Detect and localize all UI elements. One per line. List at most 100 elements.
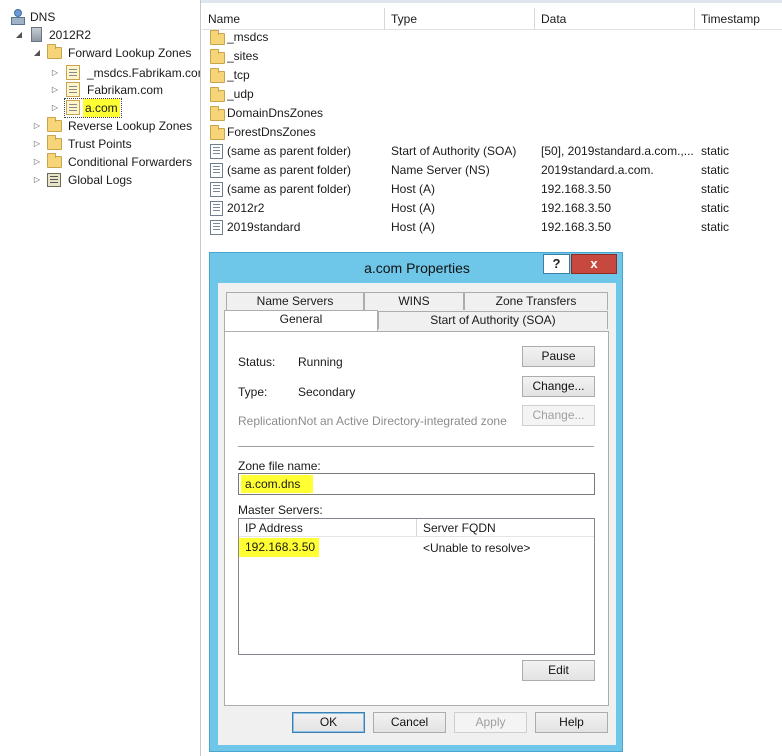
tree-item-fabrikam[interactable]: ▷ Fabrikam.com — [50, 81, 200, 99]
change-type-button[interactable]: Change... — [522, 376, 595, 397]
apply-button: Apply — [454, 712, 527, 733]
record-icon — [210, 220, 223, 235]
folder-icon — [210, 68, 225, 83]
tree-item-trust-points[interactable]: ▷ Trust Points — [32, 135, 200, 153]
expanded-arrow-icon[interactable]: ◢ — [32, 44, 42, 62]
record-name-cell: _sites — [227, 49, 259, 63]
record-data-cell: [50], 2019standard.a.com.,... — [541, 144, 694, 158]
record-data-cell: 192.168.3.50 — [541, 220, 612, 234]
collapsed-arrow-icon[interactable]: ▷ — [50, 99, 60, 117]
record-row[interactable]: _udp — [202, 85, 782, 104]
folder-icon — [47, 153, 62, 168]
tree-item-label: Trust Points — [68, 137, 132, 151]
record-timestamp-cell: static — [701, 182, 730, 196]
record-type-cell: Host (A) — [391, 182, 436, 196]
record-row[interactable]: _sites — [202, 47, 782, 66]
record-type-cell: Host (A) — [391, 201, 436, 215]
record-row[interactable]: _tcp — [202, 66, 782, 85]
column-header-timestamp[interactable]: Timestamp — [695, 8, 782, 30]
tree-item-label: Global Logs — [68, 173, 133, 187]
folder-icon — [210, 49, 225, 64]
tab-name-servers[interactable]: Name Servers — [226, 292, 364, 310]
replication-value: Not an Active Directory-integrated zone — [298, 414, 507, 428]
record-type-cell: Host (A) — [391, 220, 436, 234]
record-name-cell: _udp — [227, 87, 254, 101]
properties-dialog: a.com Properties ? x Name Servers WINS Z… — [209, 252, 623, 752]
record-row[interactable]: 2019standard Host (A) 192.168.3.50 static — [202, 218, 782, 237]
collapsed-arrow-icon[interactable]: ▷ — [32, 135, 42, 153]
ok-button[interactable]: OK — [292, 712, 365, 733]
record-timestamp-cell: static — [701, 163, 730, 177]
pause-button[interactable]: Pause — [522, 346, 595, 367]
tree-item-server[interactable]: ◢ 2012R2 — [14, 26, 194, 44]
record-row[interactable]: DomainDnsZones — [202, 104, 782, 123]
edit-button[interactable]: Edit — [522, 660, 595, 681]
record-name-cell: (same as parent folder) — [227, 144, 352, 158]
folder-icon — [47, 135, 62, 150]
expanded-arrow-icon[interactable]: ◢ — [14, 26, 24, 44]
record-row[interactable]: ForestDnsZones — [202, 123, 782, 142]
collapsed-arrow-icon[interactable]: ▷ — [32, 153, 42, 171]
dns-manager-window: DNS ◢ 2012R2 ◢ Forward Lookup Zones ▷ _m… — [0, 0, 782, 756]
collapsed-arrow-icon[interactable]: ▷ — [32, 171, 42, 189]
zone-icon — [66, 65, 80, 80]
zone-icon — [66, 82, 80, 97]
master-servers-list[interactable]: IP Address Server FQDN 192.168.3.50 <Una… — [238, 518, 595, 655]
help-button[interactable]: Help — [535, 712, 608, 733]
folder-icon — [210, 106, 225, 121]
tree-item-global-logs[interactable]: ▷ Global Logs — [32, 171, 200, 189]
zone-file-label: Zone file name: — [238, 459, 321, 473]
ip-address-cell: 192.168.3.50 — [239, 538, 319, 557]
cancel-button[interactable]: Cancel — [373, 712, 446, 733]
close-button[interactable]: x — [571, 254, 617, 274]
help-title-button[interactable]: ? — [543, 254, 570, 274]
column-header-ip-address[interactable]: IP Address — [239, 519, 417, 537]
record-name-cell: _tcp — [227, 68, 250, 82]
zone-icon — [66, 100, 80, 115]
dialog-body: Name Servers WINS Zone Transfers Start o… — [218, 283, 616, 745]
log-icon — [47, 173, 61, 187]
column-header-data[interactable]: Data — [535, 8, 695, 30]
tree-item-label: a.com — [83, 99, 120, 117]
tab-general[interactable]: General — [224, 310, 378, 331]
column-header-type[interactable]: Type — [385, 8, 535, 30]
master-server-row[interactable]: 192.168.3.50 <Unable to resolve> — [239, 538, 594, 557]
record-name-cell: 2019standard — [227, 220, 301, 234]
tab-wins[interactable]: WINS — [364, 292, 464, 310]
record-icon — [210, 163, 223, 178]
record-type-cell: Start of Authority (SOA) — [391, 144, 517, 158]
record-row[interactable]: _msdcs — [202, 28, 782, 47]
tree-item-a-com[interactable]: ▷ a.com — [50, 99, 200, 117]
folder-icon — [210, 30, 225, 45]
record-icon — [210, 201, 223, 216]
zone-file-value: a.com.dns — [241, 475, 313, 493]
column-header-server-fqdn[interactable]: Server FQDN — [417, 519, 594, 537]
collapsed-arrow-icon[interactable]: ▷ — [32, 117, 42, 135]
tab-zone-transfers[interactable]: Zone Transfers — [464, 292, 608, 310]
record-row[interactable]: (same as parent folder) Start of Authorit… — [202, 142, 782, 161]
tree-item-forward-lookup-zones[interactable]: ◢ Forward Lookup Zones — [32, 44, 200, 62]
tab-start-of-authority[interactable]: Start of Authority (SOA) — [378, 311, 608, 329]
tree-item-label: 2012R2 — [49, 28, 92, 42]
record-row[interactable]: 2012r2 Host (A) 192.168.3.50 static — [202, 199, 782, 218]
folder-icon — [210, 125, 225, 140]
zone-file-input[interactable]: a.com.dns — [238, 473, 595, 495]
record-name-cell: 2012r2 — [227, 201, 265, 215]
column-header-name[interactable]: Name — [202, 8, 385, 30]
record-timestamp-cell: static — [701, 220, 730, 234]
tree-item-label: Reverse Lookup Zones — [68, 119, 193, 133]
collapsed-arrow-icon[interactable]: ▷ — [50, 81, 60, 99]
record-row[interactable]: (same as parent folder) Host (A) 192.168.3… — [202, 180, 782, 199]
record-type-cell: Name Server (NS) — [391, 163, 490, 177]
server-fqdn-cell: <Unable to resolve> — [423, 541, 531, 555]
collapsed-arrow-icon[interactable]: ▷ — [50, 64, 60, 82]
tree-item-msdcs-fabrikam[interactable]: ▷ _msdcs.Fabrikam.cor — [50, 64, 200, 82]
record-row[interactable]: (same as parent folder) Name Server (NS) 2… — [202, 161, 782, 180]
tree-item-dns[interactable]: DNS — [10, 8, 190, 26]
record-timestamp-cell: static — [701, 144, 730, 158]
status-value: Running — [298, 355, 343, 369]
tree-item-conditional-forwarders[interactable]: ▷ Conditional Forwarders — [32, 153, 200, 171]
record-name-cell: ForestDnsZones — [227, 125, 316, 139]
record-name-cell: (same as parent folder) — [227, 163, 352, 177]
tree-item-reverse-lookup-zones[interactable]: ▷ Reverse Lookup Zones — [32, 117, 200, 135]
